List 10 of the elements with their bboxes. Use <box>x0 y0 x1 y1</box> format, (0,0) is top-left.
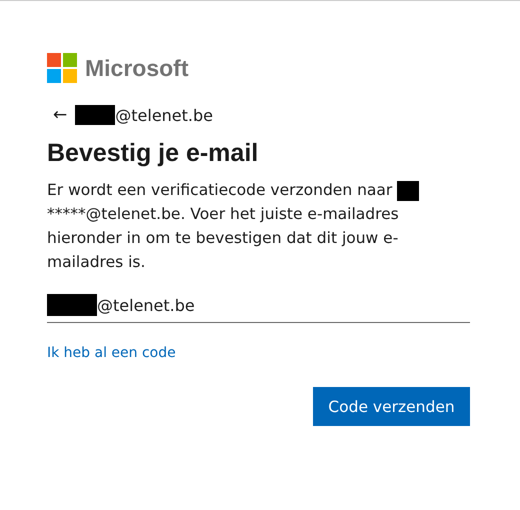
logo-icon <box>47 53 77 83</box>
page-heading: Bevestig je e-mail <box>47 139 260 168</box>
account-email: @telenet.be <box>115 106 213 124</box>
logo-text: Microsoft <box>85 54 188 82</box>
code-link[interactable]: Ik heb al een code <box>47 345 176 361</box>
send-code-button[interactable]: Code verzenden <box>313 387 470 426</box>
back-button[interactable]: ← <box>53 105 68 125</box>
message-text: Er wordt een verificatiecode verzonden naar *****@telenet.be. Voer het juiste e-mailadres hieronder in om te bevestigen dat dit jouw e-mailadres is. <box>47 178 427 274</box>
email-input-field[interactable]: @telenet.be <box>47 294 470 323</box>
redaction-bar <box>75 105 116 125</box>
